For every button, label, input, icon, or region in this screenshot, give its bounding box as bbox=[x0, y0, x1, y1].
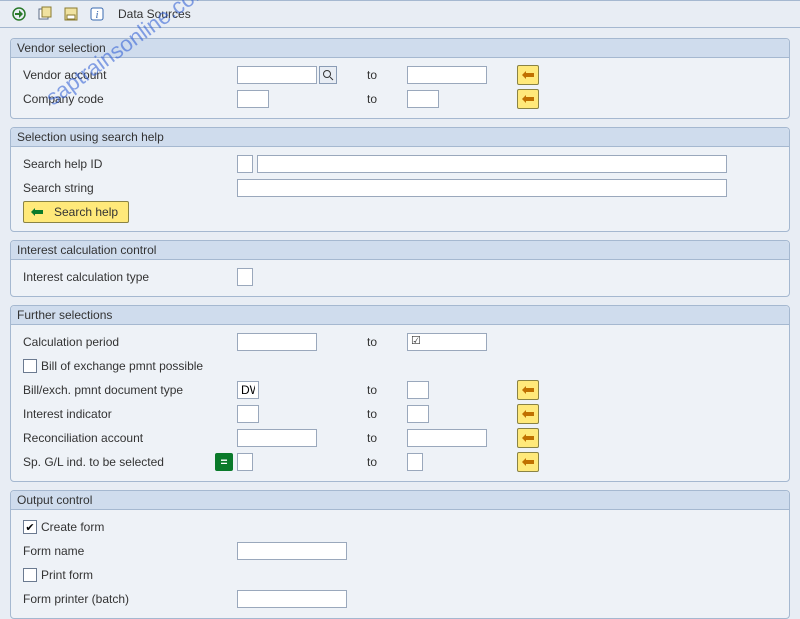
group-title-vendor-selection: Vendor selection bbox=[11, 39, 789, 58]
group-further-selections: Further selections Calculation period to… bbox=[10, 305, 790, 482]
group-title-further: Further selections bbox=[11, 306, 789, 325]
app-toolbar: i Data Sources bbox=[0, 0, 800, 28]
group-title-search-help: Selection using search help bbox=[11, 128, 789, 147]
form-name-label: Form name bbox=[17, 544, 237, 558]
to-label: to bbox=[367, 335, 407, 349]
sp-gl-from[interactable] bbox=[237, 453, 253, 471]
multiple-selection-icon[interactable] bbox=[517, 380, 539, 400]
multiple-selection-icon[interactable] bbox=[517, 404, 539, 424]
to-label: to bbox=[367, 68, 407, 82]
vendor-account-to[interactable] bbox=[407, 66, 487, 84]
calc-period-to[interactable] bbox=[407, 333, 487, 351]
search-help-id-long[interactable] bbox=[257, 155, 727, 173]
sp-gl-to[interactable] bbox=[407, 453, 423, 471]
f4-help-icon[interactable] bbox=[319, 66, 337, 84]
form-name-input[interactable] bbox=[237, 542, 347, 560]
info-icon[interactable]: i bbox=[88, 5, 106, 23]
multiple-selection-icon[interactable] bbox=[517, 89, 539, 109]
to-label: to bbox=[367, 455, 407, 469]
recon-account-from[interactable] bbox=[237, 429, 317, 447]
bill-doc-type-label: Bill/exch. pmnt document type bbox=[17, 383, 237, 397]
bill-doc-type-to[interactable] bbox=[407, 381, 429, 399]
search-string-label: Search string bbox=[17, 181, 237, 195]
calc-period-from[interactable] bbox=[237, 333, 317, 351]
interest-indicator-from[interactable] bbox=[237, 405, 259, 423]
bill-doc-type-from[interactable] bbox=[237, 381, 259, 399]
get-variant-icon[interactable] bbox=[36, 5, 54, 23]
multiple-selection-icon[interactable] bbox=[517, 452, 539, 472]
company-code-label: Company code bbox=[17, 92, 237, 106]
group-title-output: Output control bbox=[11, 491, 789, 510]
data-sources-label[interactable]: Data Sources bbox=[118, 7, 191, 21]
calc-period-label: Calculation period bbox=[17, 335, 237, 349]
sp-gl-label: Sp. G/L ind. to be selected bbox=[23, 455, 215, 469]
svg-text:i: i bbox=[95, 9, 98, 21]
interest-calc-type-input[interactable] bbox=[237, 268, 253, 286]
company-code-to[interactable] bbox=[407, 90, 439, 108]
to-label: to bbox=[367, 383, 407, 397]
interest-indicator-to[interactable] bbox=[407, 405, 429, 423]
company-code-from[interactable] bbox=[237, 90, 269, 108]
search-help-id-short[interactable] bbox=[237, 155, 253, 173]
execute-icon[interactable] bbox=[10, 5, 28, 23]
vendor-account-from[interactable] bbox=[237, 66, 317, 84]
to-label: to bbox=[367, 431, 407, 445]
equal-selection-icon[interactable]: = bbox=[215, 453, 233, 471]
group-interest-control: Interest calculation control Interest ca… bbox=[10, 240, 790, 297]
search-help-button[interactable]: Search help bbox=[23, 201, 129, 223]
to-label: to bbox=[367, 407, 407, 421]
print-form-label: Print form bbox=[41, 568, 93, 582]
to-label: to bbox=[367, 92, 407, 106]
multiple-selection-icon[interactable] bbox=[517, 428, 539, 448]
search-help-id-label: Search help ID bbox=[17, 157, 237, 171]
recon-account-label: Reconciliation account bbox=[17, 431, 237, 445]
interest-indicator-label: Interest indicator bbox=[17, 407, 237, 421]
create-form-checkbox[interactable] bbox=[23, 520, 37, 534]
boe-possible-checkbox[interactable] bbox=[23, 359, 37, 373]
search-help-button-label: Search help bbox=[54, 205, 118, 219]
boe-possible-label: Bill of exchange pmnt possible bbox=[41, 359, 203, 373]
recon-account-to[interactable] bbox=[407, 429, 487, 447]
group-vendor-selection: Vendor selection Vendor account to Compa… bbox=[10, 38, 790, 119]
form-printer-label: Form printer (batch) bbox=[17, 592, 237, 606]
interest-calc-type-label: Interest calculation type bbox=[17, 270, 237, 284]
search-string-input[interactable] bbox=[237, 179, 727, 197]
print-form-checkbox[interactable] bbox=[23, 568, 37, 582]
create-form-label: Create form bbox=[41, 520, 104, 534]
form-printer-input[interactable] bbox=[237, 590, 347, 608]
group-title-interest-control: Interest calculation control bbox=[11, 241, 789, 260]
multiple-selection-icon[interactable] bbox=[517, 65, 539, 85]
group-search-help: Selection using search help Search help … bbox=[10, 127, 790, 232]
vendor-account-label: Vendor account bbox=[17, 68, 237, 82]
save-variant-icon[interactable] bbox=[62, 5, 80, 23]
